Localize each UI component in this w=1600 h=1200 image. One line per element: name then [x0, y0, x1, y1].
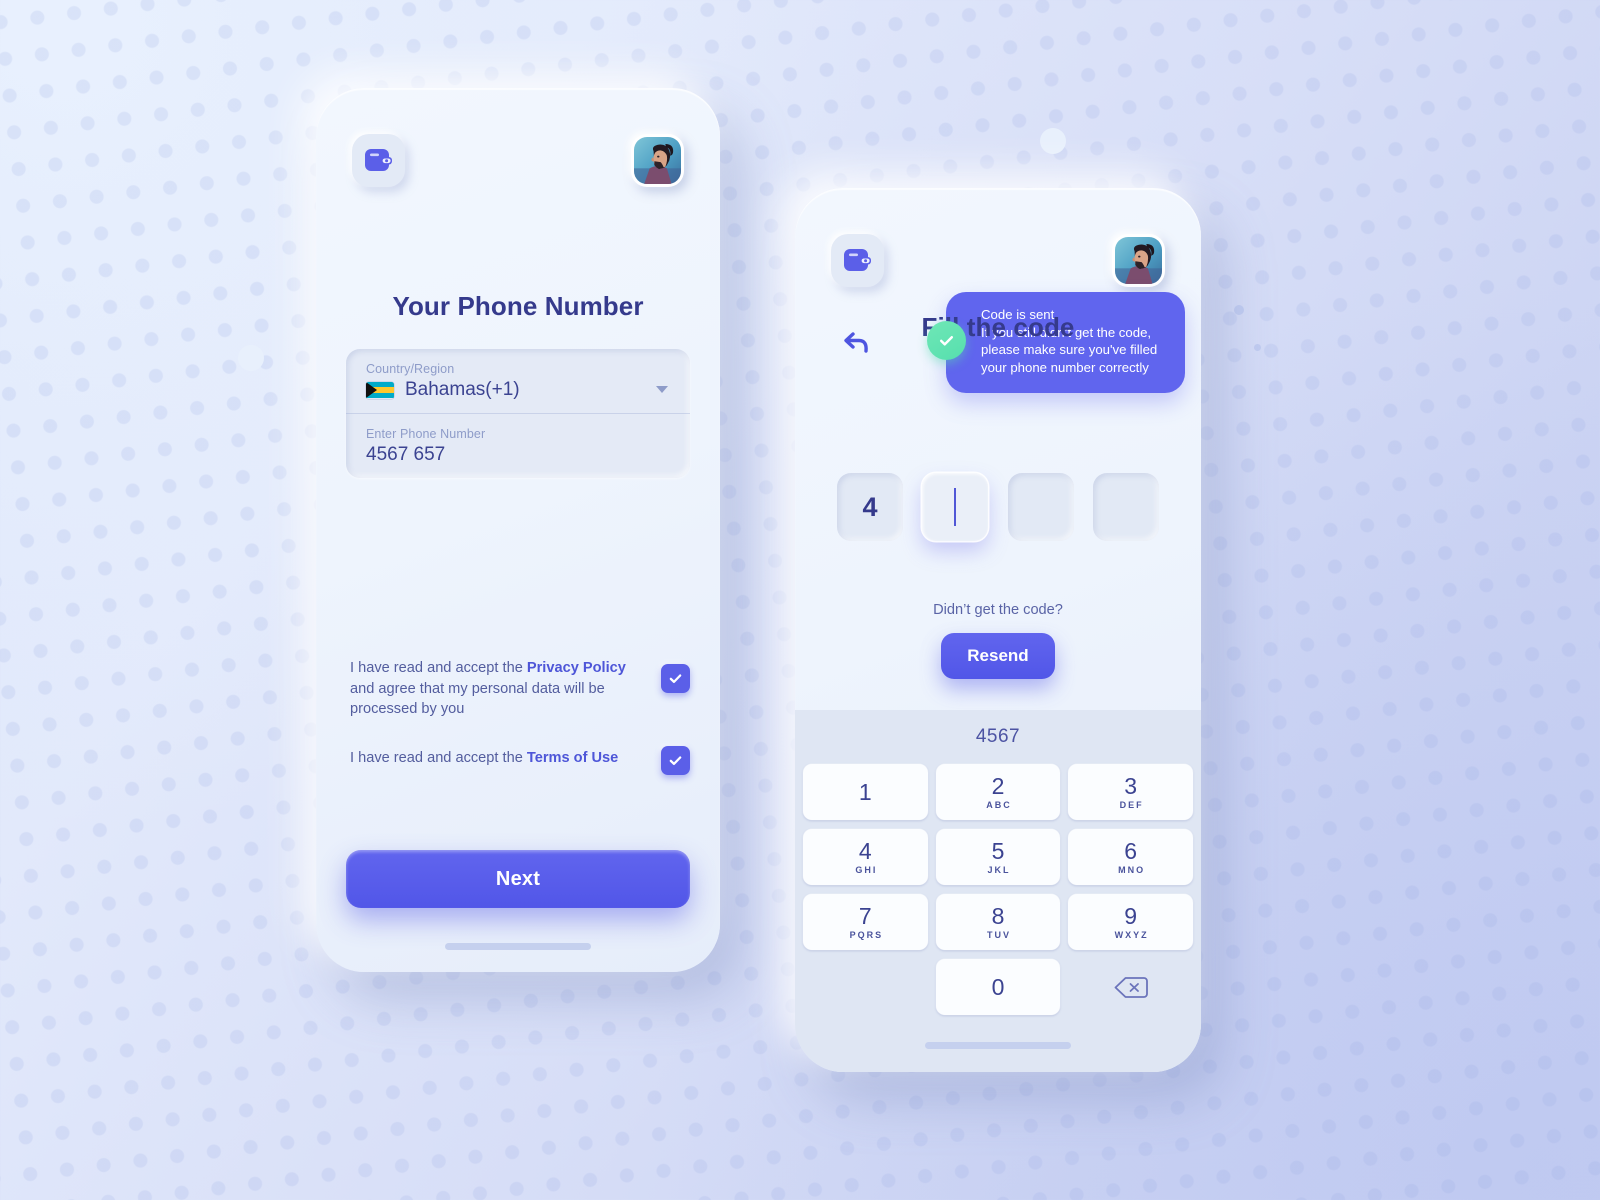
code-digit-2[interactable] [1007, 473, 1074, 541]
wallet-icon[interactable] [831, 233, 884, 287]
phone-number-value: 4567 657 [366, 444, 446, 465]
backspace-glyph-icon [1114, 976, 1148, 998]
user-avatar[interactable] [631, 133, 684, 187]
country-region-label: Country/Region [366, 362, 455, 376]
check-icon [669, 674, 682, 683]
app-header-left [352, 133, 684, 187]
next-button[interactable]: Next [346, 850, 690, 908]
key-digit: 6 [1124, 838, 1138, 865]
key-9[interactable]: 9 WXYZ [1068, 894, 1193, 950]
key-digit: 3 [1124, 773, 1138, 800]
screen-phone-number: Your Phone Number Country/Region Bahamas… [316, 88, 720, 972]
key-7[interactable]: 7 PQRS [803, 894, 928, 950]
key-4[interactable]: 4 GHI [803, 829, 928, 885]
backspace-icon[interactable] [1068, 959, 1193, 1015]
avatar-photo [1115, 236, 1162, 284]
decorative-dot-right [1234, 305, 1244, 315]
key-8[interactable]: 8 TUV [935, 894, 1061, 950]
keypad-preview-text: 4567 [975, 726, 1021, 747]
privacy-policy-link[interactable]: Privacy Policy [527, 660, 626, 676]
terms-of-use-link[interactable]: Terms of Use [527, 750, 618, 766]
key-blank [803, 959, 928, 1015]
wallet-glyph-icon [844, 249, 871, 271]
key-digit: 0 [991, 973, 1005, 1000]
home-indicator [445, 943, 591, 950]
bahamas-flag-icon [366, 381, 394, 399]
page-title: Fill the code [921, 312, 1075, 342]
code-sent-message-area: Code is sent. If you still didn’t get th… [831, 292, 1185, 396]
privacy-policy-checkbox[interactable] [661, 664, 690, 693]
code-input-row: 4 [837, 473, 1159, 541]
key-digit: 9 [1124, 903, 1138, 930]
key-letters: GHI [855, 864, 878, 875]
key-digit: 1 [858, 778, 872, 805]
decorative-circle-top [1040, 128, 1066, 154]
terms-of-use-text: I have read and accept the Terms of Use [350, 750, 619, 766]
check-icon [939, 335, 954, 346]
key-letters: WXYZ [1114, 929, 1149, 940]
key-letters: ABC [986, 799, 1012, 810]
phone-number-label: Enter Phone Number [366, 427, 486, 441]
key-letters: JKL [987, 864, 1011, 875]
terms-of-use-consent: I have read and accept the Terms of Use [350, 746, 690, 775]
resend-button[interactable]: Resend [941, 633, 1055, 679]
key-letters: MNO [1118, 864, 1146, 875]
terms-of-use-checkbox[interactable] [661, 746, 690, 775]
text-caret [954, 488, 957, 526]
decorative-dot-right-2 [1254, 344, 1261, 351]
key-6[interactable]: 6 MNO [1068, 829, 1193, 885]
privacy-policy-text: I have read and accept the Privacy Polic… [350, 660, 626, 718]
code-digit-3[interactable] [1092, 473, 1159, 541]
key-3[interactable]: 3 DEF [1068, 764, 1193, 820]
check-icon [669, 756, 682, 765]
code-digit-0[interactable]: 4 [837, 473, 903, 541]
country-region-value: Bahamas(+1) [405, 379, 520, 400]
key-0[interactable]: 0 [935, 959, 1061, 1015]
screen-fill-code: Code is sent. If you still didn’t get th… [795, 188, 1201, 1072]
resend-hint-text: Didn’t get the code? [933, 602, 1063, 618]
home-indicator [925, 1042, 1071, 1049]
phone-number-form-card: Country/Region Bahamas(+1) Enter Phone N… [346, 349, 690, 478]
phone-mockup-phone-number: Your Phone Number Country/Region Bahamas… [316, 88, 720, 972]
wallet-icon[interactable] [352, 133, 405, 187]
key-digit: 4 [858, 838, 872, 865]
decorative-circle-left [238, 345, 264, 371]
chevron-down-icon[interactable] [656, 386, 668, 393]
key-digit: 7 [858, 903, 872, 930]
key-digit: 8 [991, 903, 1005, 930]
key-1[interactable]: 1 [803, 764, 928, 820]
numeric-keypad: 4567 1 2 ABC 3 DEF 4 GHI 5 JKL 6 MNO 7 PQRS 8T… [795, 710, 1201, 1072]
phone-number-field[interactable]: Enter Phone Number 4567 657 [346, 413, 690, 478]
key-digit: 5 [991, 838, 1005, 865]
user-avatar[interactable] [1112, 233, 1165, 287]
app-header-right [831, 233, 1165, 287]
phone-mockup-code-entry: Code is sent. If you still didn’t get th… [795, 188, 1201, 1072]
key-letters: DEF [1119, 799, 1144, 810]
key-2[interactable]: 2 ABC [935, 764, 1061, 820]
key-letters: TUV [986, 929, 1011, 940]
country-region-value-wrap: Bahamas(+1) [366, 379, 670, 401]
code-digit-1[interactable] [922, 473, 989, 541]
check-circle-icon [927, 321, 966, 360]
privacy-policy-consent: I have read and accept the Privacy Polic… [350, 658, 690, 720]
wallet-glyph-icon [365, 149, 392, 171]
keypad-grid: 1 2 ABC 3 DEF 4 GHI 5 JKL 6 MNO 7 PQRS 8 TUV 9W… [799, 764, 1197, 1015]
page-title: Your Phone Number [392, 291, 644, 321]
key-5[interactable]: 5 JKL [935, 829, 1061, 885]
key-digit: 2 [991, 773, 1005, 800]
country-region-field[interactable]: Country/Region Bahamas(+1) [346, 349, 690, 413]
avatar-photo [634, 136, 681, 184]
key-letters: PQRS [849, 929, 884, 940]
